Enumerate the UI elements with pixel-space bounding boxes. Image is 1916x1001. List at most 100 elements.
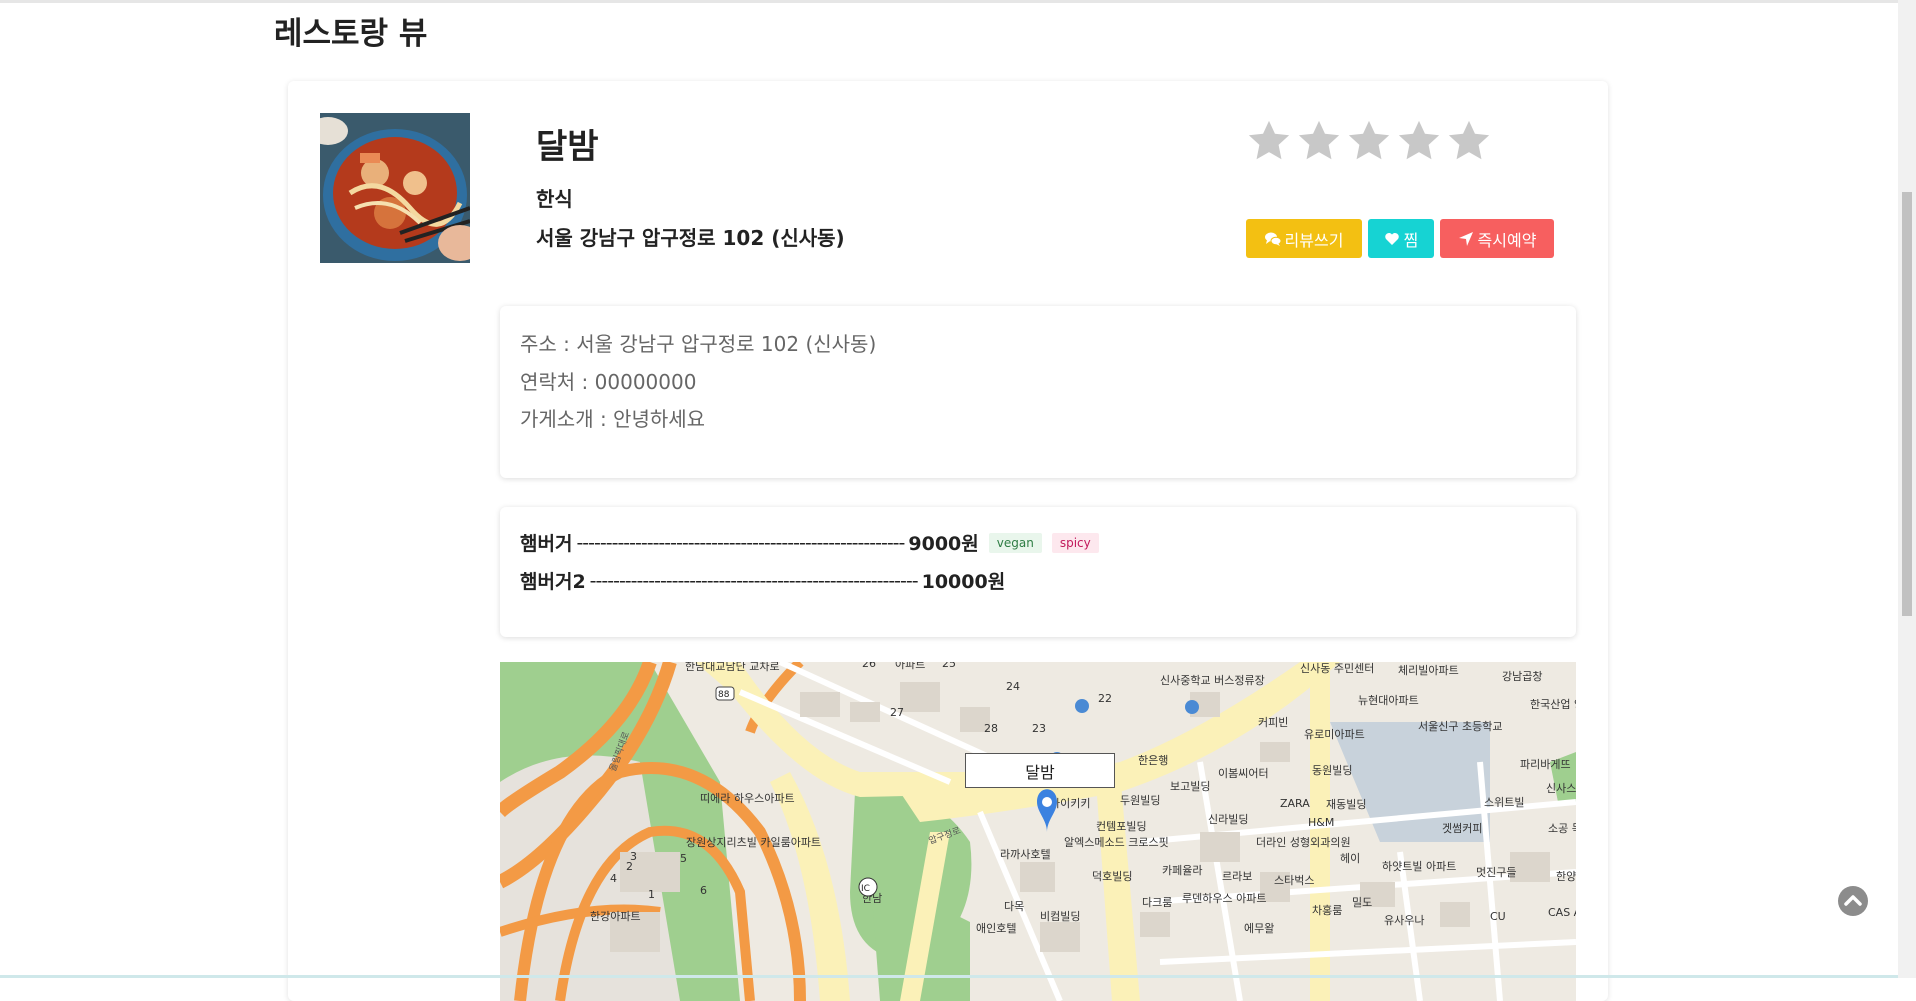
map-view[interactable]: 한남대교남단 교차로 아파트 신사중학교 버스정류장 신사동 주민센터 체리빌아… bbox=[500, 662, 1576, 1001]
map-label: 띠에라 하우스아파트 bbox=[700, 791, 795, 805]
like-label: 찜 bbox=[1403, 230, 1419, 250]
menu-item-price: 9000원 bbox=[908, 533, 979, 555]
map-label: 아파트 bbox=[895, 662, 925, 671]
map-label: 27 bbox=[890, 706, 904, 719]
map-label: 덕호빌딩 bbox=[1092, 870, 1132, 883]
map-label: 신사중학교 버스정류장 bbox=[1160, 674, 1265, 687]
map-label: 강남곱창 bbox=[1502, 670, 1542, 683]
map-label: 24 bbox=[1006, 680, 1020, 693]
page-title: 레스토랑 뷰 bbox=[274, 16, 428, 52]
map-marker-label: 달밤 bbox=[965, 753, 1115, 788]
reserve-button[interactable]: 즉시예약 bbox=[1440, 219, 1554, 258]
menu-item: 햄버거2 -----------------------------------… bbox=[520, 567, 1005, 594]
map-label: 1 bbox=[648, 888, 655, 901]
map-label: 한양 bbox=[1556, 870, 1576, 883]
star-icon[interactable] bbox=[1346, 118, 1392, 164]
tag-spicy: spicy bbox=[1051, 532, 1099, 553]
map-label: 루덴하우스 아파트 bbox=[1182, 891, 1266, 905]
comments-icon bbox=[1264, 232, 1281, 246]
info-contact: 연락처 : 00000000 bbox=[520, 370, 697, 394]
map-label: 차홍룸 bbox=[1312, 903, 1342, 917]
map-label: 재동빌딩 bbox=[1326, 798, 1366, 811]
map-label: CAS A556 bbox=[1548, 906, 1576, 919]
restaurant-photo bbox=[320, 113, 470, 263]
map-label: 한강아파트 bbox=[590, 910, 641, 923]
menu-item-dashes: ----------------------------------------… bbox=[576, 531, 905, 554]
restaurant-address: 서울 강남구 압구정로 102 (신사동) bbox=[536, 226, 845, 250]
map-label: 다크룸 bbox=[1142, 896, 1172, 909]
map-label: 소공 목빠 bbox=[1548, 822, 1576, 835]
map-label: 커피빈 bbox=[1258, 716, 1288, 729]
scrollbar-thumb[interactable] bbox=[1902, 192, 1912, 616]
map-label: 멋진구들 bbox=[1476, 866, 1516, 879]
map-label: 카페율라 bbox=[1162, 864, 1202, 877]
info-address: 주소 : 서울 강남구 압구정로 102 (신사동) bbox=[520, 332, 877, 356]
info-panel: 주소 : 서울 강남구 압구정로 102 (신사동) 연락처 : 0000000… bbox=[500, 306, 1576, 478]
write-review-label: 리뷰쓰기 bbox=[1284, 230, 1344, 250]
map-label: 신사동 주민센터 bbox=[1300, 662, 1374, 675]
menu-item-dashes: ----------------------------------------… bbox=[589, 569, 919, 592]
star-icon[interactable] bbox=[1396, 118, 1442, 164]
map-label: 유로미아파트 bbox=[1304, 728, 1365, 741]
map-label: 한국산업 양행빌딩 bbox=[1530, 698, 1576, 711]
action-buttons: 리뷰쓰기 찜 즉시예약 bbox=[1246, 219, 1554, 258]
map-label: 25 bbox=[942, 662, 956, 670]
map-label: 신사스 bbox=[1546, 782, 1576, 795]
map-label: 헤이 bbox=[1340, 852, 1360, 865]
map-label: 28 bbox=[984, 722, 998, 735]
like-button[interactable]: 찜 bbox=[1368, 219, 1434, 258]
map-label: 88 bbox=[718, 690, 730, 700]
restaurant-card: 달밤 한식 서울 강남구 압구정로 102 (신사동) 리뷰쓰기 찜 즉시예약 bbox=[288, 81, 1608, 1001]
map-label: H&M bbox=[1308, 816, 1334, 829]
map-label: 밀도 bbox=[1352, 896, 1372, 909]
map-label: 라까사호텔 bbox=[1000, 848, 1051, 861]
map-label: 르라보 bbox=[1222, 870, 1252, 883]
map-label: 23 bbox=[1032, 722, 1046, 735]
map-label: 알엑스메소드 크로스핏 bbox=[1064, 835, 1169, 849]
menu-item-price: 10000원 bbox=[921, 571, 1006, 593]
map-label: 체리빌아파트 bbox=[1398, 664, 1459, 677]
star-icon[interactable] bbox=[1246, 118, 1292, 164]
star-icon[interactable] bbox=[1446, 118, 1492, 164]
restaurant-name: 달밤 bbox=[536, 127, 599, 167]
map-label: 하얏트빌 아파트 bbox=[1382, 859, 1456, 873]
map-label: CU bbox=[1490, 910, 1506, 923]
menu-item-name: 햄버거2 bbox=[520, 571, 586, 593]
menu-item-name: 햄버거 bbox=[520, 533, 573, 555]
chevron-up-icon bbox=[1844, 895, 1862, 906]
map-label: 4 bbox=[610, 872, 617, 885]
map-label: 에무왈 bbox=[1244, 922, 1274, 935]
map-label: 2 bbox=[626, 860, 633, 873]
map-label: 겟썸커피 bbox=[1442, 822, 1482, 835]
reserve-label: 즉시예약 bbox=[1477, 230, 1537, 250]
page-scrollbar[interactable] bbox=[1898, 0, 1916, 978]
map-label: 이봄씨어터 bbox=[1218, 767, 1269, 780]
map-label: 장원상지리츠빌 카일룸아파트 bbox=[686, 835, 821, 849]
scroll-to-top-button[interactable] bbox=[1838, 886, 1868, 916]
map-label: 스위트빌 bbox=[1484, 796, 1524, 809]
map-label: 보고빌딩 bbox=[1170, 780, 1210, 793]
map-label: 22 bbox=[1098, 692, 1112, 705]
info-intro: 가게소개 : 안녕하세요 bbox=[520, 407, 706, 431]
write-review-button[interactable]: 리뷰쓰기 bbox=[1246, 219, 1362, 258]
menu-item: 햄버거 ------------------------------------… bbox=[520, 529, 1099, 556]
restaurant-category: 한식 bbox=[536, 187, 573, 211]
map-label: 두원빌딩 bbox=[1120, 794, 1160, 807]
map-label: 다목 bbox=[1004, 900, 1024, 913]
map-label: 26 bbox=[862, 662, 876, 670]
map-label: 5 bbox=[680, 852, 687, 865]
map-label: 비컴빌딩 bbox=[1040, 910, 1080, 923]
map-label: 한은행 bbox=[1138, 754, 1168, 767]
top-border bbox=[0, 0, 1898, 3]
map-label: 파리바게뜨 bbox=[1520, 758, 1571, 771]
map-label: 동원빌딩 bbox=[1312, 764, 1352, 777]
map-label: 서울신구 초등학교 bbox=[1418, 720, 1502, 733]
map-label: ZARA bbox=[1280, 797, 1310, 810]
map-label: 뉴현대아파트 bbox=[1358, 694, 1419, 707]
map-label: 스타벅스 bbox=[1274, 874, 1314, 887]
menu-panel: 햄버거 ------------------------------------… bbox=[500, 507, 1576, 637]
map-label: IC bbox=[861, 884, 870, 894]
map-label: 애인호텔 bbox=[976, 922, 1016, 935]
rating-stars[interactable] bbox=[1246, 118, 1492, 164]
star-icon[interactable] bbox=[1296, 118, 1342, 164]
